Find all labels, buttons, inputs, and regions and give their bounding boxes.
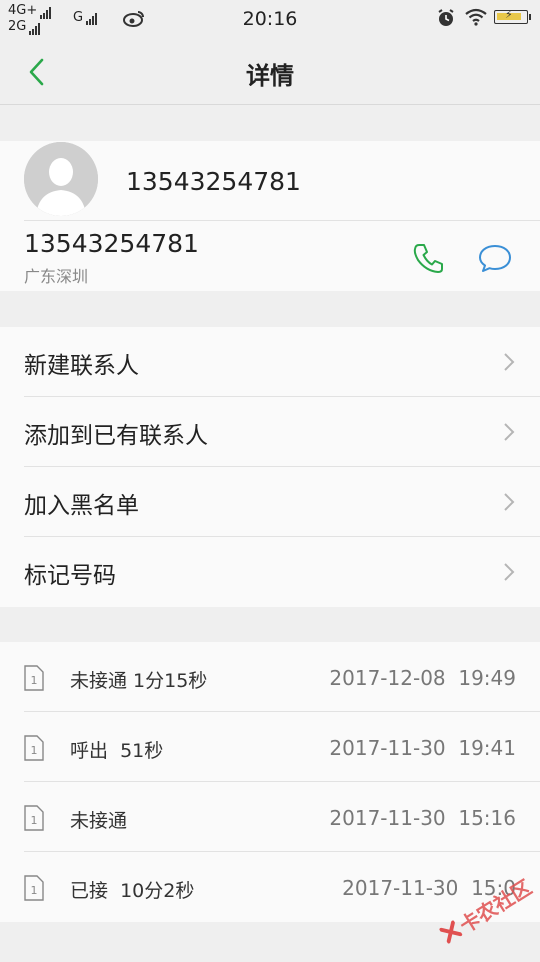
sim-slot-number: 1 — [31, 814, 38, 827]
action-label: 新建联系人 — [24, 353, 139, 379]
message-icon — [479, 245, 511, 272]
wifi-icon — [465, 8, 487, 26]
call-description: 已接 10分2秒 — [70, 880, 195, 902]
contact-card: 13543254781 13543254781 广东深圳 — [0, 141, 540, 291]
call-datetime: 2017-12-08 19:49 — [329, 666, 516, 690]
call-description: 未接通 — [70, 810, 128, 832]
sim-slot-number: 1 — [31, 744, 38, 757]
status-time: 20:16 — [242, 8, 298, 30]
sim-slot-number: 1 — [31, 674, 38, 687]
action-mark-number[interactable]: 标记号码 — [0, 537, 540, 607]
battery-charging-icon: ⚡ — [494, 8, 531, 24]
action-new-contact[interactable]: 新建联系人 — [0, 327, 540, 397]
call-button[interactable] — [410, 239, 448, 277]
sim-card-icon: 1 — [24, 665, 44, 691]
action-add-to-blacklist[interactable]: 加入黑名单 — [0, 467, 540, 537]
sim-slot-number: 1 — [31, 884, 38, 897]
call-datetime: 2017-11-30 15:16 — [329, 806, 516, 830]
message-button[interactable] — [476, 239, 514, 277]
contact-location: 广东深圳 — [24, 267, 89, 286]
person-icon — [24, 142, 98, 216]
action-label: 标记号码 — [24, 563, 116, 589]
title-bar: 详情 — [0, 40, 540, 105]
chevron-right-icon — [504, 563, 515, 581]
contact-name: 13543254781 — [126, 167, 301, 196]
call-description: 呼出 51秒 — [70, 740, 164, 762]
actions-list: 新建联系人 添加到已有联系人 加入黑名单 标记号码 — [0, 327, 540, 607]
call-log-item[interactable]: 1 未接通 2017-11-30 15:16 — [0, 782, 540, 852]
call-description: 未接通 1分15秒 — [70, 670, 208, 692]
action-label: 添加到已有联系人 — [24, 423, 208, 449]
call-datetime: 2017-11-30 19:41 — [329, 736, 516, 760]
call-log-item[interactable]: 1 未接通 1分15秒 2017-12-08 19:49 — [0, 642, 540, 712]
sim-card-icon: 1 — [24, 735, 44, 761]
action-add-to-existing-contact[interactable]: 添加到已有联系人 — [0, 397, 540, 467]
alarm-icon — [438, 9, 454, 26]
page-title: 详情 — [246, 62, 294, 90]
sim-card-icon: 1 — [24, 875, 44, 901]
action-label: 加入黑名单 — [24, 493, 139, 519]
call-log-list: 1 未接通 1分15秒 2017-12-08 19:49 1 呼出 51秒 20… — [0, 642, 540, 922]
chevron-right-icon — [504, 493, 515, 511]
avatar — [24, 142, 98, 216]
divider — [24, 220, 540, 221]
chevron-right-icon — [504, 423, 515, 441]
status-bar: 4G+ 2G G 20:16 ⚡ — [0, 0, 540, 40]
chevron-right-icon — [504, 353, 515, 371]
phone-icon — [413, 244, 443, 273]
call-log-item[interactable]: 1 呼出 51秒 2017-11-30 19:41 — [0, 712, 540, 782]
contact-number: 13543254781 — [24, 229, 199, 258]
sim-card-icon: 1 — [24, 805, 44, 831]
